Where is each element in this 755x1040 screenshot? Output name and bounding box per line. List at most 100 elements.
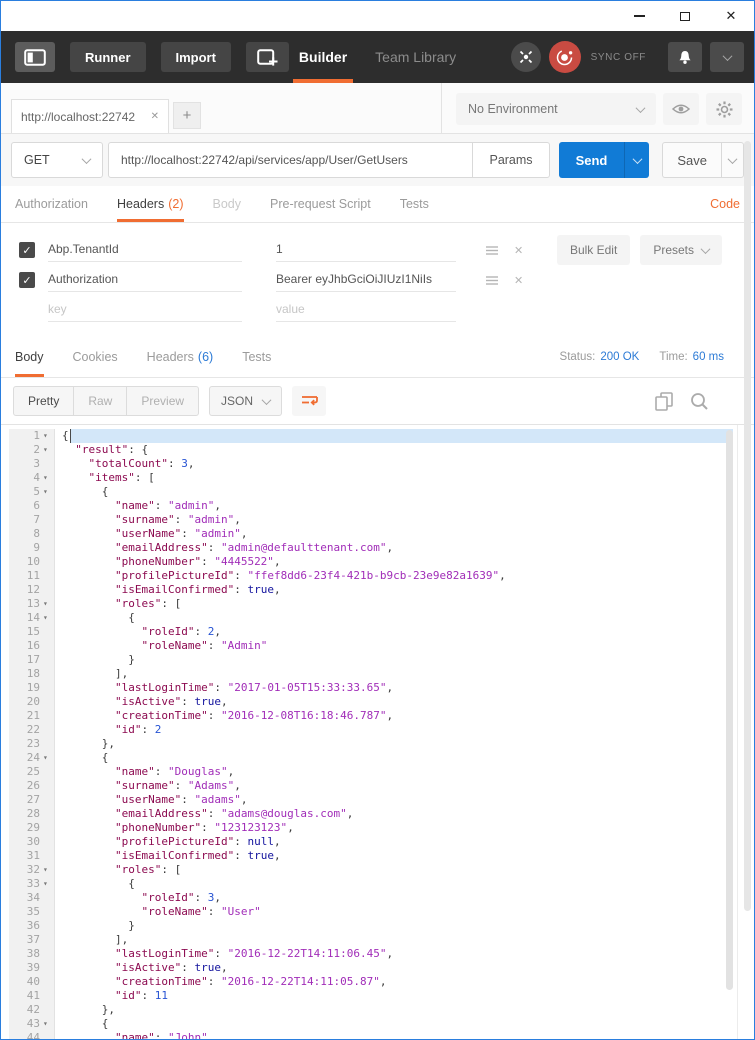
- delete-row-icon[interactable]: ✕: [514, 274, 523, 287]
- header-value-field[interactable]: 1: [276, 238, 456, 262]
- line-number: 41: [9, 989, 55, 1003]
- line-number: 6: [9, 499, 55, 513]
- line-number: 13 ▾: [9, 597, 55, 611]
- view-preview-button[interactable]: Preview: [127, 387, 198, 415]
- editor-scrollbar[interactable]: [726, 430, 733, 990]
- code-text: "isActive": true,: [114, 961, 228, 974]
- fold-arrow-icon[interactable]: ▾: [43, 429, 54, 443]
- code-text: "roles": [: [114, 863, 182, 876]
- row-menu-icon[interactable]: [486, 245, 498, 255]
- send-options-button[interactable]: [624, 142, 650, 178]
- tab-body[interactable]: Body: [213, 186, 242, 222]
- code-link[interactable]: Code: [710, 186, 740, 222]
- header-value-field-empty[interactable]: value: [276, 298, 456, 322]
- code-text: {: [62, 485, 109, 498]
- interceptor-button[interactable]: [510, 42, 541, 72]
- fold-arrow-icon[interactable]: ▾: [43, 877, 54, 891]
- copy-icon[interactable]: [655, 391, 673, 411]
- fold-arrow-icon[interactable]: ▾: [43, 471, 54, 485]
- fold-arrow-icon[interactable]: ▾: [43, 751, 54, 765]
- tab-response-body[interactable]: Body: [15, 336, 44, 377]
- line-number: 21: [9, 709, 55, 723]
- fold-arrow-icon[interactable]: ▾: [43, 863, 54, 877]
- fold-arrow-icon[interactable]: ▾: [43, 485, 54, 499]
- tab-response-cookies[interactable]: Cookies: [73, 336, 118, 377]
- code-text: "phoneNumber": "123123123",: [114, 821, 294, 834]
- code-text: "roles": [: [114, 597, 182, 610]
- tab-team-library[interactable]: Team Library: [375, 31, 456, 83]
- import-button[interactable]: Import: [160, 42, 231, 72]
- presets-button[interactable]: Presets: [640, 235, 722, 265]
- environment-preview-button[interactable]: [663, 93, 699, 125]
- headers-count-badge: (2): [168, 197, 184, 211]
- wrap-lines-button[interactable]: [292, 386, 327, 416]
- view-pretty-button[interactable]: Pretty: [14, 387, 75, 415]
- format-select[interactable]: JSON: [209, 386, 283, 416]
- send-button[interactable]: Send: [558, 142, 625, 178]
- fold-arrow-icon[interactable]: ▾: [43, 443, 54, 457]
- line-number: 24 ▾: [9, 751, 55, 765]
- close-button[interactable]: ✕: [708, 1, 754, 31]
- window-scrollbar[interactable]: [744, 141, 751, 911]
- tab-tests[interactable]: Tests: [400, 186, 429, 222]
- fold-arrow-icon[interactable]: ▾: [43, 1017, 54, 1031]
- tab-builder[interactable]: Builder: [292, 31, 354, 83]
- view-mode-group: Pretty Raw Preview: [13, 386, 200, 416]
- fold-arrow-icon[interactable]: ▾: [43, 611, 54, 625]
- code-line: 19 "lastLoginTime": "2017-01-05T15:33:33…: [1, 681, 737, 695]
- response-tests-label: Tests: [242, 349, 272, 364]
- view-raw-button[interactable]: Raw: [74, 387, 128, 415]
- method-select[interactable]: GET: [11, 142, 103, 178]
- sidebar-toggle-button[interactable]: [15, 42, 55, 72]
- params-button[interactable]: Params: [472, 143, 548, 177]
- request-tab[interactable]: http://localhost:22742 ✕: [11, 99, 169, 133]
- bulk-edit-label: Bulk Edit: [569, 243, 618, 257]
- tab-response-tests[interactable]: Tests: [242, 336, 271, 377]
- tab-headers[interactable]: Headers (2): [116, 186, 184, 222]
- code-line: 18 ],: [1, 667, 737, 681]
- code-text: ],: [62, 933, 129, 946]
- environment-selector[interactable]: No Environment: [456, 93, 656, 125]
- new-tab-button[interactable]: +: [173, 102, 201, 129]
- fold-arrow-icon[interactable]: ▾: [43, 597, 54, 611]
- code-text: }: [62, 919, 135, 932]
- sync-status-button[interactable]: [548, 41, 581, 73]
- header-value-field[interactable]: Bearer eyJhbGciOiJIUzI1NiIs: [276, 268, 456, 292]
- response-body-editor[interactable]: 1 ▾{2 ▾ "result": {3 "totalCount": 3, 4 ▾ "i…: [1, 425, 738, 1039]
- tab-response-headers[interactable]: Headers (6): [147, 336, 214, 377]
- notifications-button[interactable]: [668, 42, 702, 72]
- header-key-field[interactable]: Abp.TenantId: [48, 238, 242, 262]
- header-key-field[interactable]: Authorization: [48, 268, 242, 292]
- save-button[interactable]: Save: [662, 142, 721, 178]
- code-text: "phoneNumber": "4445522",: [114, 555, 281, 568]
- code-text: "lastLoginTime": "2016-12-22T14:11:06.45…: [114, 947, 394, 960]
- settings-button[interactable]: [706, 93, 742, 125]
- maximize-button[interactable]: [662, 1, 708, 31]
- user-menu-button[interactable]: [710, 42, 744, 72]
- tab-prerequest-script[interactable]: Pre-request Script: [270, 186, 371, 222]
- headers-editor: ✓ Abp.TenantId 1 ✕ ✓ Authorization Beare…: [1, 223, 754, 336]
- presets-label: Presets: [653, 243, 694, 257]
- line-number: 17: [9, 653, 55, 667]
- bulk-edit-button[interactable]: Bulk Edit: [556, 235, 631, 265]
- header-key-field-empty[interactable]: key: [48, 298, 242, 322]
- save-options-button[interactable]: [721, 142, 744, 178]
- new-window-button[interactable]: [245, 42, 289, 72]
- delete-row-icon[interactable]: ✕: [514, 244, 523, 257]
- url-input[interactable]: http://localhost:22742/api/services/app/…: [109, 153, 472, 167]
- close-tab-icon[interactable]: ✕: [151, 111, 159, 122]
- code-line: 38 "lastLoginTime": "2016-12-22T14:11:06…: [1, 947, 737, 961]
- minimize-button[interactable]: [616, 1, 662, 31]
- row-menu-icon[interactable]: [486, 275, 498, 285]
- search-icon[interactable]: [690, 392, 708, 410]
- header-checkbox[interactable]: ✓: [19, 242, 35, 258]
- header-checkbox[interactable]: ✓: [19, 272, 35, 288]
- line-number: 38: [9, 947, 55, 961]
- runner-button[interactable]: Runner: [70, 42, 146, 72]
- code-text: "roleId": 2,: [141, 625, 221, 638]
- headers-label: Headers: [116, 197, 165, 211]
- code-text: "name": "John",: [114, 1031, 215, 1039]
- line-number: 44: [9, 1031, 55, 1039]
- line-number: 2 ▾: [9, 443, 55, 457]
- tab-authorization[interactable]: Authorization: [15, 186, 88, 222]
